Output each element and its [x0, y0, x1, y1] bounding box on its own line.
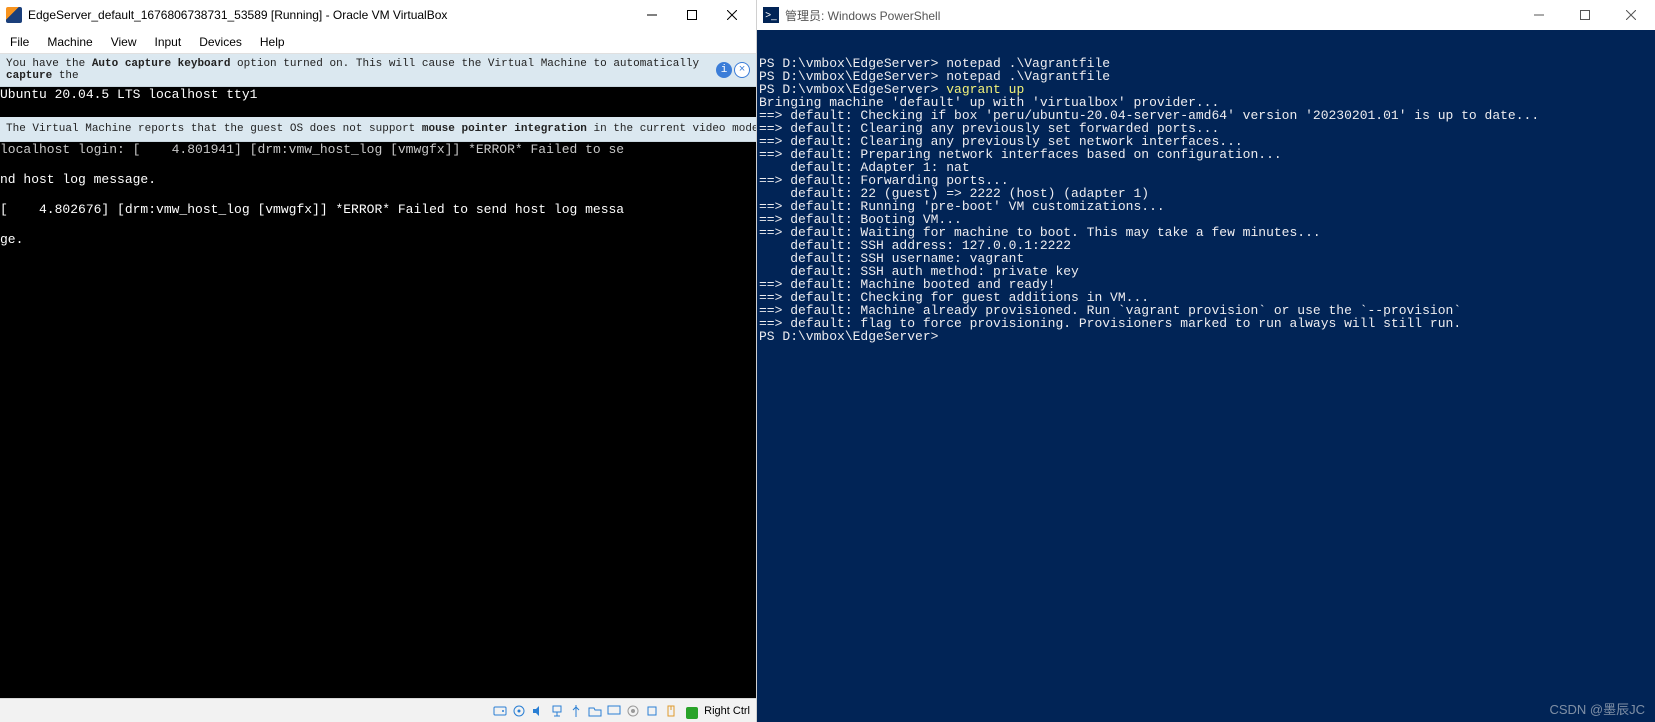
network-icon[interactable]: [549, 703, 565, 719]
menu-help[interactable]: Help: [260, 35, 285, 49]
ps-line: PS D:\vmbox\EdgeServer>: [759, 330, 1653, 343]
notice-close-icon[interactable]: ×: [734, 62, 750, 78]
console-line: ge.: [0, 232, 756, 247]
ps-terminal[interactable]: PS D:\vmbox\EdgeServer> notepad .\Vagran…: [757, 30, 1655, 722]
console-line: Ubuntu 20.04.5 LTS localhost tty1: [0, 87, 756, 102]
host-key-label[interactable]: Right Ctrl: [686, 705, 750, 717]
recording-icon[interactable]: [625, 703, 641, 719]
mouse-integration-icon[interactable]: [663, 703, 679, 719]
vbox-menubar: File Machine View Input Devices Help: [0, 30, 756, 54]
console-line: localhost login: [ 4.801941] [drm:vmw_ho…: [0, 142, 756, 157]
vbox-notice-keyboard: You have the Auto capture keyboard optio…: [0, 54, 756, 87]
powershell-window: >_ 管理员: Windows PowerShell PS D:\vmbox\E…: [757, 0, 1655, 722]
maximize-button[interactable]: [672, 1, 712, 29]
close-button[interactable]: [1611, 1, 1651, 29]
maximize-button[interactable]: [1565, 1, 1605, 29]
hard-disk-icon[interactable]: [492, 703, 508, 719]
menu-view[interactable]: View: [111, 35, 137, 49]
close-button[interactable]: [712, 1, 752, 29]
console-line: [ 4.802676] [drm:vmw_host_log [vmwgfx]] …: [0, 202, 756, 217]
vbox-window-title: EdgeServer_default_1676806738731_53589 […: [28, 8, 632, 22]
cpu-icon[interactable]: [644, 703, 660, 719]
minimize-button[interactable]: [1519, 1, 1559, 29]
vbox-titlebar[interactable]: EdgeServer_default_1676806738731_53589 […: [0, 0, 756, 30]
usb-icon[interactable]: [568, 703, 584, 719]
audio-icon[interactable]: [530, 703, 546, 719]
menu-machine[interactable]: Machine: [47, 35, 92, 49]
shared-folder-icon[interactable]: [587, 703, 603, 719]
powershell-icon: >_: [763, 7, 779, 23]
menu-file[interactable]: File: [10, 35, 29, 49]
optical-disk-icon[interactable]: [511, 703, 527, 719]
console-line: nd host log message.: [0, 172, 756, 187]
notice-info-icon[interactable]: i: [716, 62, 732, 78]
menu-devices[interactable]: Devices: [199, 35, 242, 49]
virtualbox-icon: [6, 7, 22, 23]
minimize-button[interactable]: [632, 1, 672, 29]
menu-input[interactable]: Input: [155, 35, 182, 49]
display-icon[interactable]: [606, 703, 622, 719]
watermark: CSDN @墨辰JC: [1549, 703, 1645, 716]
vbox-notice-mouse: The Virtual Machine reports that the gue…: [0, 117, 756, 142]
virtualbox-window: EdgeServer_default_1676806738731_53589 […: [0, 0, 757, 722]
vbox-statusbar: Right Ctrl: [0, 698, 756, 722]
ps-titlebar[interactable]: >_ 管理员: Windows PowerShell: [757, 0, 1655, 30]
ps-window-title: 管理员: Windows PowerShell: [785, 7, 1513, 24]
vm-console[interactable]: Ubuntu 20.04.5 LTS localhost tty1 The Vi…: [0, 87, 756, 698]
